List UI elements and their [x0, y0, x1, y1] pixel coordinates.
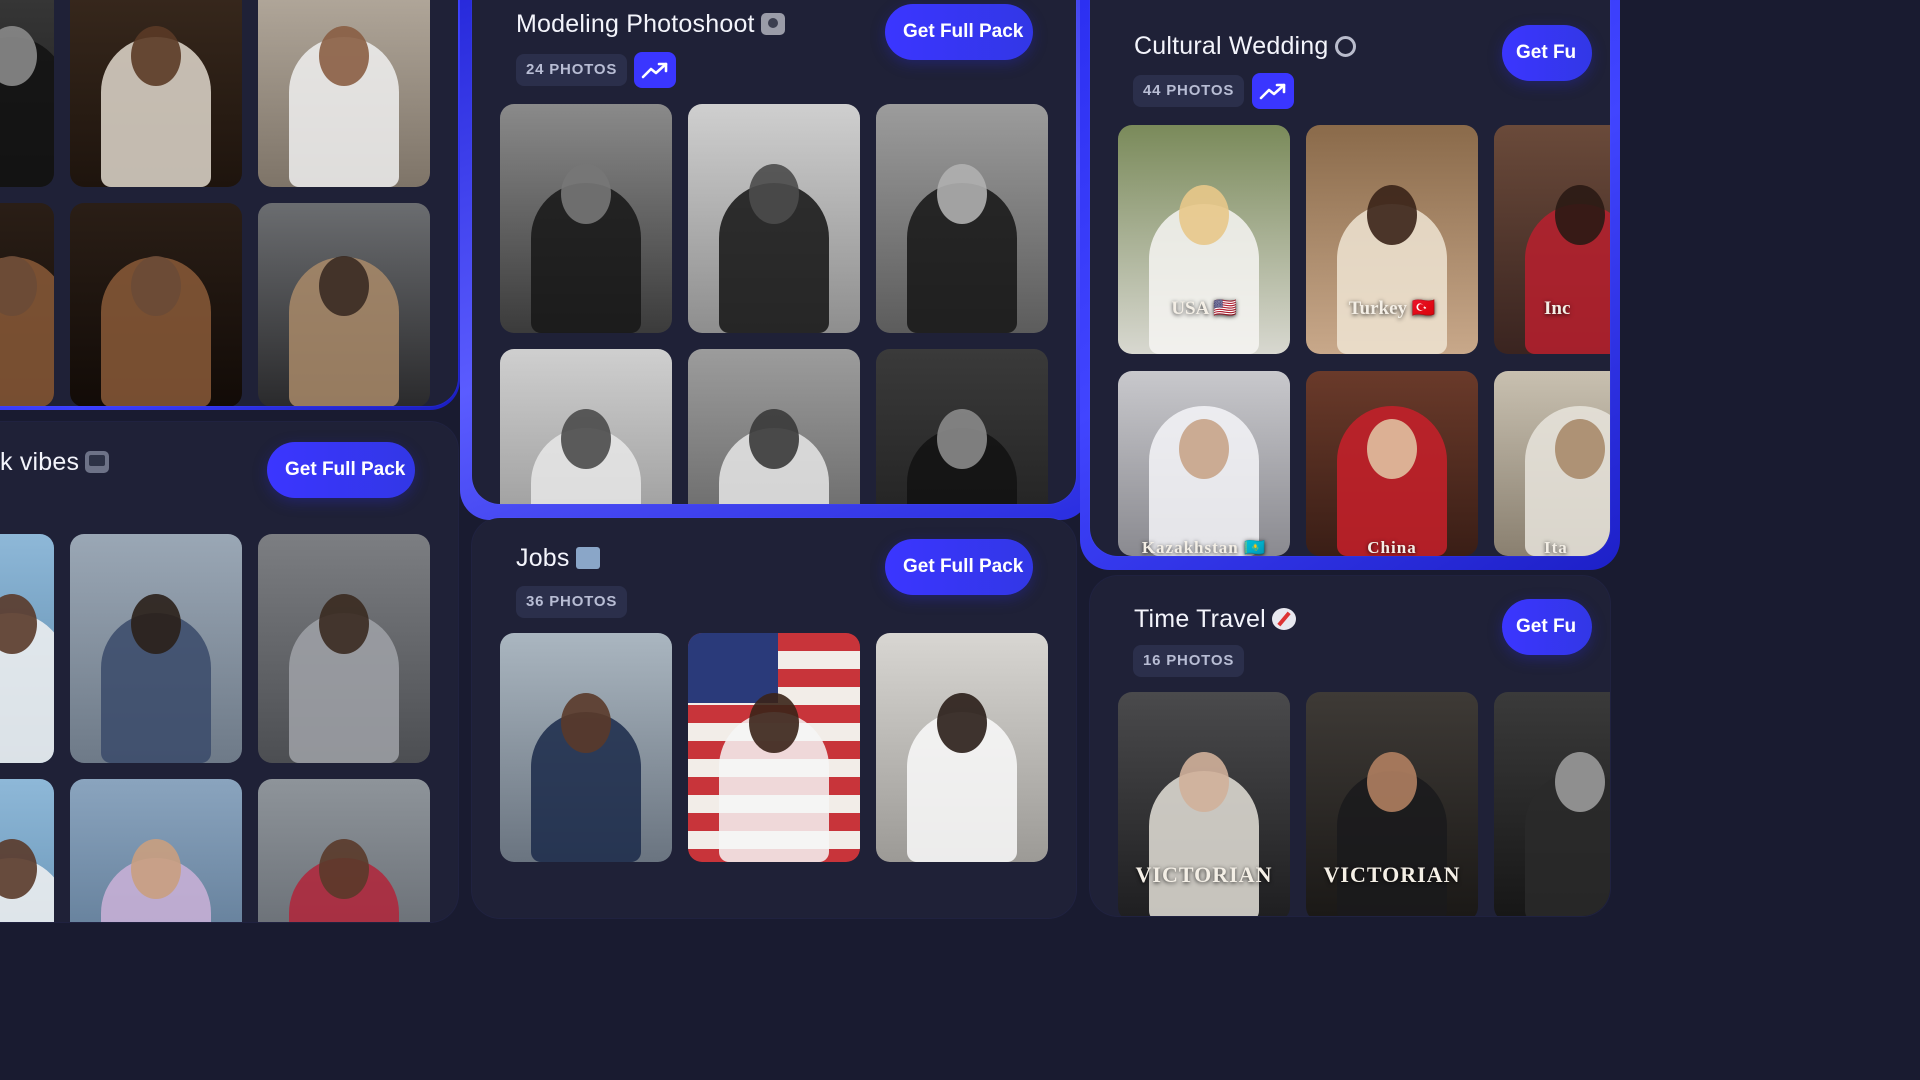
pack-title: Modeling Photoshoot [516, 10, 785, 39]
pack-photo[interactable] [1494, 692, 1610, 916]
pack-photo[interactable] [876, 349, 1048, 504]
pack-card-time-travel: Time Travel 16 PHOTOS Get Fu VICTORIAN V… [1090, 576, 1610, 916]
pack-photo[interactable] [500, 633, 672, 862]
pack-photo[interactable] [258, 779, 430, 922]
get-full-pack-button[interactable]: Get Full Pack [885, 539, 1033, 595]
pack-photo[interactable]: China [1306, 371, 1478, 556]
pack-photo[interactable] [500, 104, 672, 333]
pack-photo[interactable] [70, 203, 242, 406]
pack-photo[interactable] [258, 0, 430, 187]
country-caption: Inc [1544, 298, 1571, 319]
era-caption: VICTORIAN [1323, 862, 1461, 887]
ring-icon [1334, 36, 1356, 57]
pack-card-cultural-wedding: Cultural Wedding 44 PHOTOS Get Fu USA 🇺🇸… [1090, 0, 1610, 556]
country-caption: Kazakhstan 🇰🇿 [1141, 538, 1267, 556]
pack-photo[interactable] [70, 779, 242, 922]
pack-photo[interactable]: Ita [1494, 371, 1610, 556]
get-full-pack-button[interactable]: Get Fu [1502, 599, 1592, 655]
trending-up-icon [1252, 73, 1294, 109]
photo-count-badge: 16 PHOTOS [1133, 645, 1245, 677]
pack-title: Time Travel [1134, 605, 1296, 634]
camera-flash-icon [760, 13, 785, 35]
get-full-pack-button[interactable]: Get Fu [1502, 25, 1592, 81]
era-caption: VICTORIAN [1135, 862, 1273, 887]
pack-photo[interactable] [0, 0, 54, 187]
pack-photo[interactable] [876, 633, 1048, 862]
pack-title: Cultural Wedding [1134, 32, 1356, 61]
pack-photo[interactable] [258, 534, 430, 763]
get-full-pack-button[interactable]: Get Full Pack [885, 4, 1033, 60]
pack-photo[interactable] [0, 779, 54, 922]
pack-title: Jobs [516, 544, 600, 573]
get-full-pack-button[interactable]: Get Full Pack [267, 442, 415, 498]
pack-photo[interactable]: VICTORIAN [1118, 692, 1290, 916]
pack-photo[interactable]: Inc [1494, 125, 1610, 354]
pack-card-jobs: Jobs 36 PHOTOS Get Full Pack [472, 518, 1076, 918]
pack-photo[interactable]: Kazakhstan 🇰🇿 [1118, 371, 1290, 556]
pack-photo[interactable]: USA 🇺🇸 [1118, 125, 1290, 354]
pack-photo[interactable]: Turkey 🇹🇷 [1306, 125, 1478, 354]
pack-title: k vibes [0, 448, 110, 477]
pack-card-luxury [0, 0, 458, 406]
shirt-tie-icon [575, 547, 600, 569]
pack-photo[interactable] [688, 104, 860, 333]
photo-count-badge: 24 PHOTOS [516, 54, 628, 86]
trending-up-icon [634, 52, 676, 88]
television-icon [85, 451, 110, 473]
pack-photo[interactable] [500, 349, 672, 504]
pack-photo[interactable] [876, 104, 1048, 333]
pack-photo[interactable] [70, 534, 242, 763]
pack-photo[interactable] [0, 534, 54, 763]
photo-count-badge: 36 PHOTOS [516, 586, 628, 618]
country-caption: China [1367, 538, 1417, 556]
pack-photo[interactable] [70, 0, 242, 187]
pack-photo[interactable]: VICTORIAN [1306, 692, 1478, 916]
photo-count-badge: 44 PHOTOS [1133, 75, 1245, 107]
country-caption: USA 🇺🇸 [1171, 298, 1237, 319]
pack-card-modeling-photoshoot: Modeling Photoshoot 24 PHOTOS Get Full P… [472, 0, 1076, 504]
pack-photo[interactable] [258, 203, 430, 406]
pack-photo[interactable] [688, 349, 860, 504]
pack-photo[interactable] [688, 633, 860, 862]
country-caption: Turkey 🇹🇷 [1348, 298, 1436, 319]
pack-photo[interactable] [0, 203, 54, 406]
country-caption: Ita [1544, 538, 1568, 556]
pack-card-street-vibes: k vibes Get Full Pack [0, 422, 458, 922]
compass-icon [1271, 608, 1296, 630]
